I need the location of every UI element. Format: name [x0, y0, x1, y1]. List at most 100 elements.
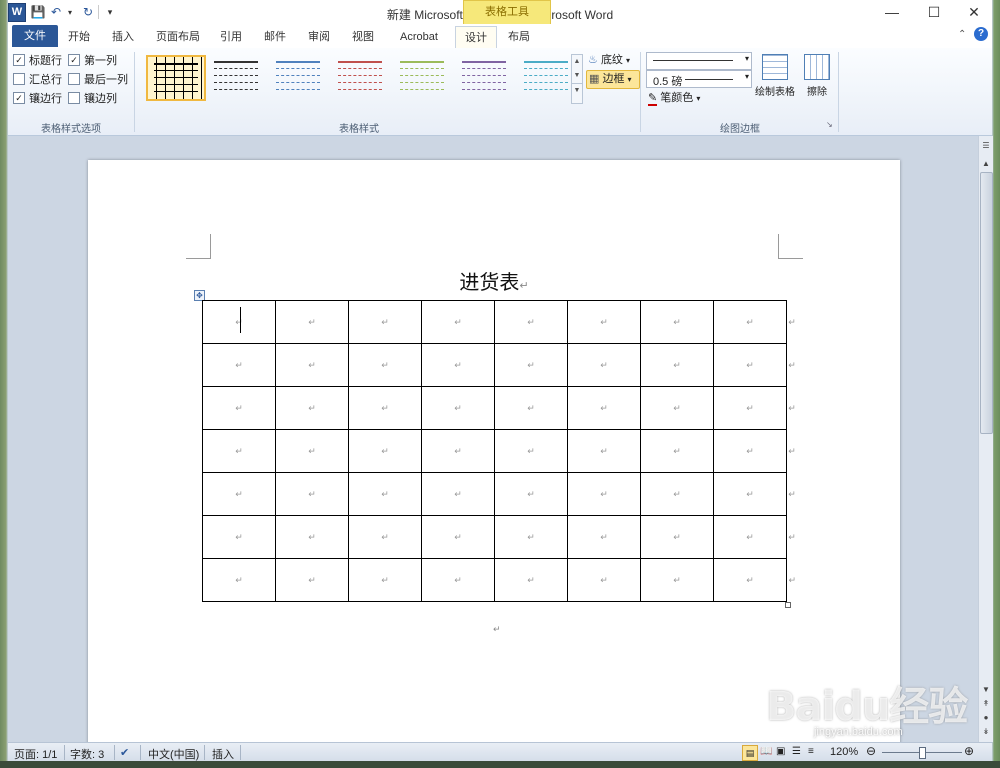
checkbox-icon[interactable] — [68, 72, 80, 85]
table-style-thumbnail[interactable] — [208, 55, 264, 97]
tab-references[interactable]: 引用 — [216, 26, 246, 48]
table-cell[interactable]: ↵ — [202, 429, 276, 473]
table-cell[interactable]: ↵ — [348, 515, 422, 559]
gallery-more-icon[interactable]: ▼ — [572, 83, 582, 98]
table-cell[interactable]: ↵ — [275, 515, 349, 559]
dialog-launcher-icon[interactable]: ↘ — [826, 120, 833, 129]
table-cell[interactable]: ↵ — [494, 472, 568, 516]
table-cell[interactable]: ↵ — [275, 429, 349, 473]
table-cell[interactable]: ↵ — [713, 472, 787, 516]
language-status[interactable]: 中文(中国) — [148, 746, 199, 762]
table-cell[interactable]: ↵ — [421, 515, 495, 559]
tab-insert[interactable]: 插入 — [108, 26, 138, 48]
ruler-toggle-icon[interactable]: ☰ — [980, 140, 992, 152]
table-style-thumbnail[interactable] — [332, 55, 388, 97]
document-page[interactable]: ✥ 进货表↵ ↵ ↵ ↵ ↵ ↵ ↵ ↵ ↵ ↵ ↵ ↵ ↵ ↵ ↵ ↵ ↵ ↵ ↵ ↵ ↵ ↵ ↵ ↵ ↵ ↵ ↵ ↵ ↵ ↵ ↵ ↵ ↵ ↵… — [88, 160, 900, 742]
checkbox-icon[interactable]: ✓ — [13, 91, 25, 104]
zoom-in-icon[interactable]: ⊕ — [964, 744, 974, 758]
tab-file[interactable]: 文件 — [12, 25, 58, 47]
table-cell[interactable]: ↵ — [421, 386, 495, 430]
table-cell[interactable]: ↵ — [348, 300, 422, 344]
pen-color-button[interactable]: ✎ 笔颜色 ▾ — [648, 90, 718, 107]
tab-home[interactable]: 开始 — [64, 26, 94, 48]
checkbox-icon[interactable]: ✓ — [13, 53, 25, 66]
tab-layout[interactable]: 布局 — [504, 26, 534, 48]
proofing-icon[interactable]: ✔ — [120, 746, 129, 759]
scroll-thumb[interactable] — [980, 172, 993, 434]
help-icon[interactable]: ? — [974, 27, 988, 41]
page-count-status[interactable]: 页面: 1/1 — [14, 746, 57, 762]
table-style-thumbnail[interactable] — [394, 55, 450, 97]
tab-design[interactable]: 设计 — [455, 26, 497, 50]
table-cell[interactable]: ↵ — [275, 558, 349, 602]
insert-mode-status[interactable]: 插入 — [212, 746, 234, 762]
table-resize-handle-icon[interactable] — [785, 602, 791, 608]
document-title-text[interactable]: 进货表 — [459, 270, 519, 294]
shading-button[interactable]: ♨ 底纹 ▾ — [588, 52, 642, 69]
tab-view[interactable]: 视图 — [348, 26, 378, 48]
minimize-ribbon-icon[interactable]: ⌃ — [958, 29, 966, 40]
table-cell[interactable]: ↵ — [713, 300, 787, 344]
line-style-dropdown[interactable]: ▾ — [646, 52, 752, 70]
maximize-icon[interactable]: ☐ — [914, 2, 954, 22]
line-weight-dropdown[interactable]: 0.5 磅 ▾ — [646, 70, 752, 88]
close-icon[interactable]: ✕ — [954, 2, 994, 22]
tab-review[interactable]: 审阅 — [304, 26, 334, 48]
table-cell[interactable]: ↵ — [202, 386, 276, 430]
table-cell[interactable]: ↵ — [421, 343, 495, 387]
table-cell[interactable]: ↵ — [640, 515, 714, 559]
table-cell[interactable]: ↵ — [640, 472, 714, 516]
table-cell[interactable]: ↵ — [348, 472, 422, 516]
table-cell[interactable]: ↵ — [640, 343, 714, 387]
table-cell[interactable]: ↵ — [202, 300, 276, 344]
table-cell[interactable]: ↵ — [494, 343, 568, 387]
tab-page-layout[interactable]: 页面布局 — [152, 26, 204, 48]
table-cell[interactable]: ↵ — [202, 558, 276, 602]
table-cell[interactable]: ↵ — [275, 300, 349, 344]
banded-columns-option[interactable]: 镶边列 — [68, 89, 117, 106]
zoom-out-icon[interactable]: ⊖ — [866, 744, 876, 758]
checkbox-icon[interactable] — [68, 91, 80, 104]
gallery-down-icon[interactable]: ▼ — [572, 69, 582, 83]
table-cell[interactable]: ↵ — [494, 515, 568, 559]
table-cell[interactable]: ↵ — [713, 515, 787, 559]
table-cell[interactable]: ↵ — [348, 558, 422, 602]
purchase-table[interactable]: ↵ ↵ ↵ ↵ ↵ ↵ ↵ ↵ ↵ ↵ ↵ ↵ ↵ ↵ ↵ ↵ ↵ ↵ ↵ ↵ ↵ ↵ ↵ ↵ ↵ ↵ ↵ ↵ ↵ ↵ ↵ ↵ ↵ ↵ ↵ ↵ ↵ ↵ ↵ ↵… — [202, 300, 798, 602]
table-cell[interactable]: ↵ — [494, 300, 568, 344]
scroll-up-icon[interactable]: ▲ — [980, 158, 992, 170]
tab-acrobat[interactable]: Acrobat — [394, 26, 444, 48]
table-cell[interactable]: ↵ — [275, 343, 349, 387]
document-title[interactable]: 进货表↵ — [88, 266, 900, 295]
table-cell[interactable]: ↵ — [348, 386, 422, 430]
table-cell[interactable]: ↵ — [494, 558, 568, 602]
eraser-button[interactable]: 擦除 — [800, 52, 834, 98]
total-row-option[interactable]: 汇总行 — [13, 70, 62, 87]
table-style-thumbnail[interactable] — [146, 55, 206, 101]
table-cell[interactable]: ↵ — [275, 472, 349, 516]
table-cell[interactable]: ↵ — [713, 429, 787, 473]
table-cell[interactable]: ↵ — [348, 343, 422, 387]
gallery-scrollbar[interactable]: ▲ ▼ ▼ — [571, 54, 583, 104]
print-layout-view-icon[interactable]: ▤ — [742, 745, 758, 761]
checkbox-icon[interactable]: ✓ — [68, 53, 80, 66]
first-column-option[interactable]: ✓ 第一列 — [68, 51, 117, 68]
table-cell[interactable]: ↵ — [494, 429, 568, 473]
vertical-scrollbar[interactable]: ☰ ▲ ▼ ↟ ● ↡ — [978, 136, 993, 742]
table-cell[interactable]: ↵ — [640, 300, 714, 344]
checkbox-icon[interactable] — [13, 72, 25, 85]
table-cell[interactable]: ↵ — [640, 558, 714, 602]
table-style-thumbnail[interactable] — [456, 55, 512, 97]
table-cell[interactable]: ↵ — [567, 300, 641, 344]
web-layout-icon[interactable]: ▣ — [776, 746, 785, 757]
table-cell[interactable]: ↵ — [567, 386, 641, 430]
table-cell[interactable]: ↵ — [567, 429, 641, 473]
draw-table-button[interactable]: 绘制表格 — [753, 52, 797, 98]
borders-button[interactable]: ▦ 边框 ▾ — [586, 70, 640, 89]
word-count-status[interactable]: 字数: 3 — [70, 746, 104, 762]
last-column-option[interactable]: 最后一列 — [68, 70, 128, 87]
table-cell[interactable]: ↵ — [275, 386, 349, 430]
table-cell[interactable]: ↵ — [348, 429, 422, 473]
table-cell[interactable]: ↵ — [421, 300, 495, 344]
table-cell[interactable]: ↵ — [494, 386, 568, 430]
table-cell[interactable]: ↵ — [713, 386, 787, 430]
